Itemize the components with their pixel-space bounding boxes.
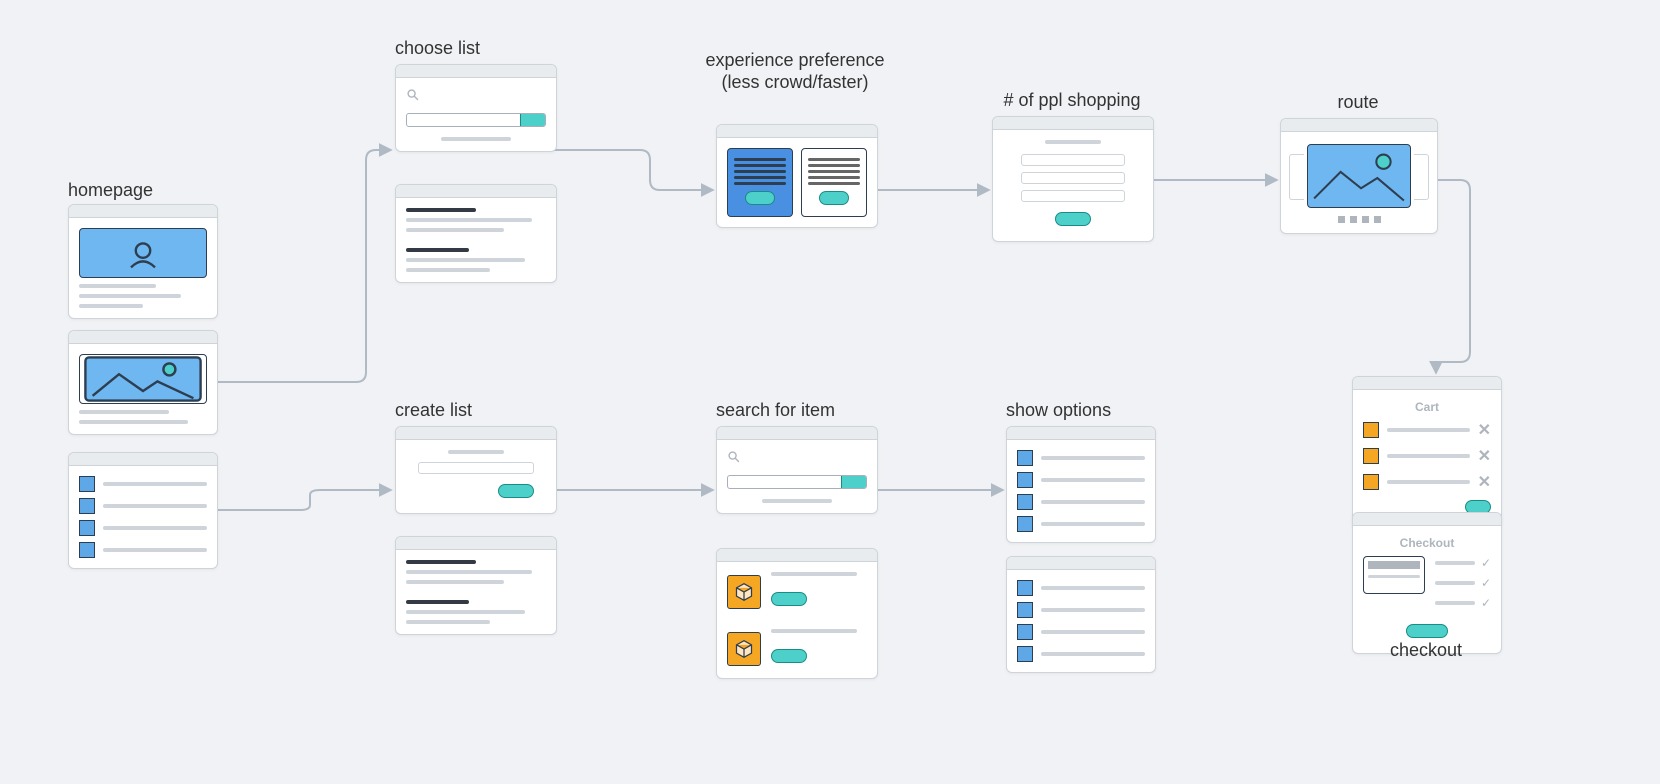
cart-item: ✕ [1363, 420, 1491, 440]
user-avatar-placeholder [79, 228, 207, 278]
search-item-results-card [716, 548, 878, 679]
create-list-preview-card [395, 536, 557, 635]
cart-item: ✕ [1363, 446, 1491, 466]
search-result-item[interactable] [727, 629, 867, 668]
check-icon: ✓ [1481, 556, 1491, 570]
ppl-shopping-card [992, 116, 1154, 242]
label-route: route [1280, 92, 1436, 114]
map-image-icon [1307, 144, 1411, 208]
pref-option-less-crowd[interactable] [727, 148, 793, 217]
carousel-dot[interactable] [1374, 216, 1381, 223]
option-bullet-icon [1017, 580, 1033, 596]
label-checkout: checkout [1352, 640, 1500, 662]
search-icon [406, 88, 420, 102]
count-input[interactable] [1021, 154, 1125, 166]
credit-card-icon [1363, 556, 1425, 594]
carousel-dot[interactable] [1338, 216, 1345, 223]
choose-list-results-card [395, 184, 557, 283]
remove-icon[interactable]: ✕ [1478, 446, 1491, 466]
option-bullet-icon [1017, 472, 1033, 488]
option-bullet-icon [1017, 602, 1033, 618]
cart-item: ✕ [1363, 472, 1491, 492]
search-result-item[interactable] [727, 572, 867, 611]
pref-option-faster[interactable] [801, 148, 867, 217]
remove-icon[interactable]: ✕ [1478, 472, 1491, 492]
list-bullet-icon [79, 498, 95, 514]
option-bullet-icon [1017, 624, 1033, 640]
remove-icon[interactable]: ✕ [1478, 420, 1491, 440]
check-icon: ✓ [1481, 596, 1491, 610]
search-icon [727, 450, 741, 464]
item-search-input[interactable] [727, 475, 867, 489]
checkout-card: Checkout ✓ ✓ ✓ [1352, 512, 1502, 654]
experience-pref-card [716, 124, 878, 228]
list-bullet-icon [79, 542, 95, 558]
product-cube-icon [727, 575, 761, 609]
option-bullet-icon [1017, 646, 1033, 662]
list-name-input[interactable] [418, 462, 534, 474]
label-create-list: create list [395, 400, 555, 422]
route-card [1280, 118, 1438, 234]
cart-item-icon [1363, 474, 1379, 490]
check-icon: ✓ [1481, 576, 1491, 590]
image-icon [79, 354, 207, 404]
product-cube-icon [727, 632, 761, 666]
label-homepage: homepage [68, 180, 216, 202]
submit-button[interactable] [1055, 212, 1091, 226]
choose-list-search-card [395, 64, 557, 152]
label-experience-pref: experience preference (less crowd/faster… [700, 50, 890, 93]
homepage-list-card [68, 452, 218, 569]
checkout-panel-title: Checkout [1363, 536, 1491, 550]
create-button[interactable] [498, 484, 534, 498]
count-input[interactable] [1021, 190, 1125, 202]
count-input[interactable] [1021, 172, 1125, 184]
cart-card: Cart ✕ ✕ ✕ [1352, 376, 1502, 530]
carousel-dot[interactable] [1350, 216, 1357, 223]
create-list-form-card [395, 426, 557, 514]
list-bullet-icon [79, 520, 95, 536]
search-item-searchbar-card [716, 426, 878, 514]
pay-button[interactable] [1406, 624, 1448, 638]
add-item-button[interactable] [771, 649, 807, 663]
option-bullet-icon [1017, 494, 1033, 510]
search-input[interactable] [406, 113, 546, 127]
option-bullet-icon [1017, 450, 1033, 466]
homepage-hero-card [68, 204, 218, 319]
homepage-image-card [68, 330, 218, 435]
carousel-dot[interactable] [1362, 216, 1369, 223]
add-item-button[interactable] [771, 592, 807, 606]
show-options-1-card [1006, 426, 1156, 543]
label-ppl-shopping: # of ppl shopping [992, 90, 1152, 112]
cart-item-icon [1363, 422, 1379, 438]
list-bullet-icon [79, 476, 95, 492]
label-search-item: search for item [716, 400, 876, 422]
show-options-2-card [1006, 556, 1156, 673]
cart-panel-title: Cart [1363, 400, 1491, 414]
label-choose-list: choose list [395, 38, 555, 60]
option-bullet-icon [1017, 516, 1033, 532]
label-show-options: show options [1006, 400, 1154, 422]
cart-item-icon [1363, 448, 1379, 464]
